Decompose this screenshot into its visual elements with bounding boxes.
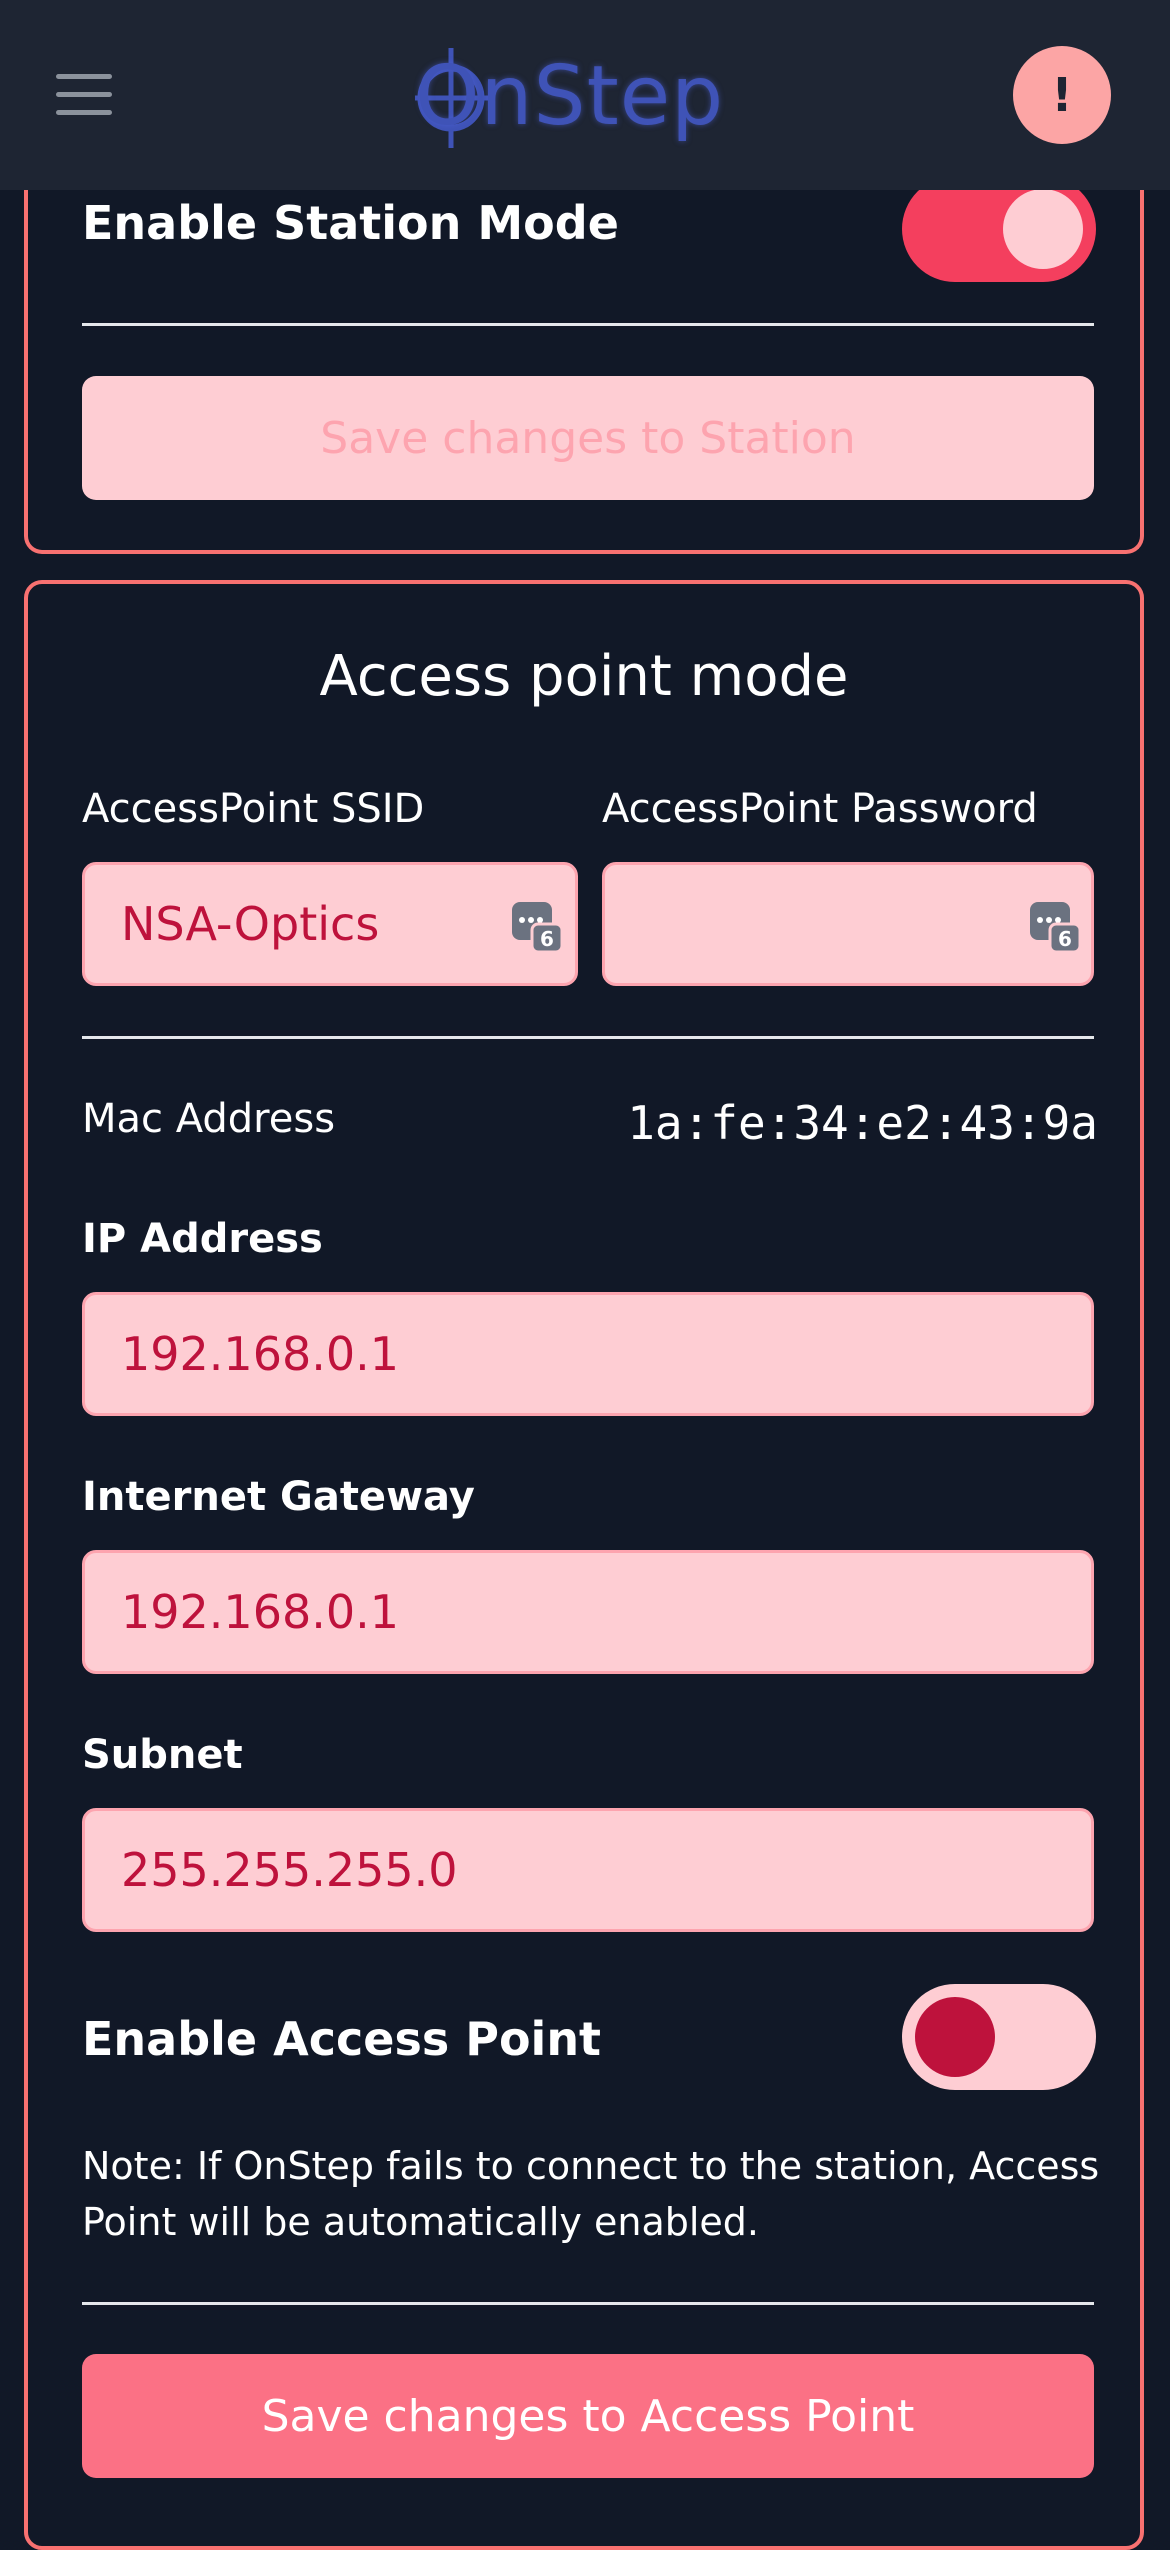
toggle-knob [915, 1997, 995, 2077]
gateway-label: Internet Gateway [82, 1474, 475, 1520]
enable-access-point-toggle[interactable] [902, 1984, 1096, 2090]
ssid-input[interactable] [82, 862, 578, 986]
svg-text:6: 6 [1058, 927, 1072, 951]
svg-text:6: 6 [540, 927, 554, 951]
subnet-input[interactable] [82, 1808, 1094, 1932]
save-station-button[interactable]: Save changes to Station [82, 376, 1094, 500]
password-key-icon[interactable]: 6 [510, 898, 566, 954]
divider [82, 323, 1094, 326]
access-point-title: Access point mode [319, 644, 849, 709]
enable-station-label: Enable Station Mode [82, 196, 619, 250]
mac-address-label: Mac Address [82, 1096, 336, 1142]
ip-address-label: IP Address [82, 1216, 323, 1262]
onstep-logo: OnStep [415, 42, 755, 152]
divider [82, 1036, 1094, 1039]
alert-button[interactable]: ! [1013, 46, 1111, 144]
access-point-note: Note: If OnStep fails to connect to the … [82, 2144, 1100, 2244]
save-access-point-button[interactable]: Save changes to Access Point [82, 2354, 1094, 2478]
station-mode-card: Enable Station Mode Save changes to Stat… [24, 140, 1144, 554]
exclamation-icon: ! [1051, 68, 1073, 122]
ssid-label: AccessPoint SSID [82, 786, 425, 832]
hamburger-menu-icon[interactable] [56, 74, 112, 116]
app-header: OnStep ! [0, 0, 1170, 190]
enable-access-point-label: Enable Access Point [82, 2012, 602, 2066]
access-point-card: Access point mode AccessPoint SSID 6 Acc… [24, 580, 1144, 2550]
password-key-icon[interactable]: 6 [1028, 898, 1084, 954]
subnet-label: Subnet [82, 1732, 243, 1778]
ip-address-input[interactable] [82, 1292, 1094, 1416]
mac-address-value: 1a:fe:34:e2:43:9a [627, 1096, 1098, 1150]
divider [82, 2302, 1094, 2305]
toggle-knob [1003, 189, 1083, 269]
gateway-input[interactable] [82, 1550, 1094, 1674]
enable-station-toggle[interactable] [902, 176, 1096, 282]
logo-text: OnStep [415, 49, 725, 144]
password-input[interactable] [602, 862, 1094, 986]
password-label: AccessPoint Password [602, 786, 1038, 832]
